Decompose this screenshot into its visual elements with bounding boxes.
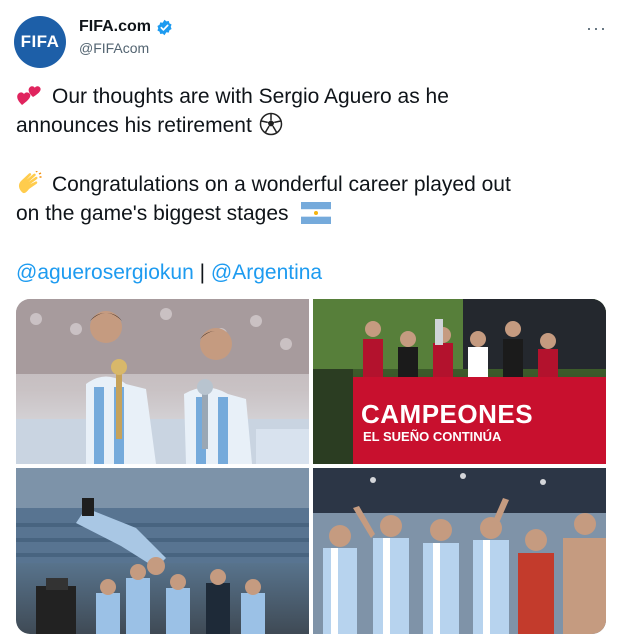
cropped-bottom-bar: [0, 634, 400, 644]
tweet-text-line-2: announces his retirement: [16, 111, 284, 140]
tweet-line-1-text: Our thoughts are with Sergio Aguero as h…: [52, 85, 449, 108]
argentina-flag-icon: [300, 202, 331, 224]
avatar[interactable]: FIFA: [14, 16, 66, 68]
tweet-line-3-text: Congratulations on a wonderful career pl…: [52, 173, 511, 196]
author-handle[interactable]: @FIFAcom: [79, 40, 149, 56]
tweet-card[interactable]: FIFA FIFA.com @FIFAcom ··· Our thoughts …: [0, 0, 634, 644]
more-options-icon[interactable]: ···: [586, 18, 607, 39]
mention-aguerosergiokun[interactable]: @aguerosergiokun: [16, 261, 194, 284]
two-hearts-icon: [17, 86, 41, 105]
banner-campeones-text: CAMPEONES: [361, 399, 534, 429]
photo-player-tossed-illustration: [16, 468, 309, 634]
photo-campeones-bus[interactable]: CAMPEONES EL SUEÑO CONTINÚA: [313, 299, 606, 464]
tweet-line-4-text: on the game's biggest stages: [16, 202, 289, 225]
mention-separator: |: [193, 261, 211, 284]
tweet-line-2-text: announces his retirement: [16, 114, 252, 137]
tweet-text-line-1: Our thoughts are with Sergio Aguero as h…: [16, 82, 449, 111]
mention-argentina[interactable]: @Argentina: [211, 261, 322, 284]
photo-youth-trophies[interactable]: [16, 299, 309, 464]
avatar-logo-text: FIFA: [20, 32, 60, 51]
photo-team-celebration-illustration: [313, 468, 606, 634]
tweet-mentions: @aguerosergiokun | @Argentina: [16, 258, 322, 287]
author-name-row: FIFA.com: [79, 18, 173, 36]
media-grid: CAMPEONES EL SUEÑO CONTINÚA: [16, 299, 606, 634]
author-name[interactable]: FIFA.com: [79, 18, 151, 36]
clapping-hands-icon: [18, 171, 42, 194]
photo-youth-trophies-illustration: [16, 299, 309, 464]
photo-player-tossed[interactable]: [16, 468, 309, 634]
photo-team-celebration[interactable]: [313, 468, 606, 634]
tweet-text-line-3: Congratulations on a wonderful career pl…: [16, 170, 511, 199]
tweet-text-line-4: on the game's biggest stages: [16, 199, 331, 228]
soccer-ball-icon: [259, 112, 283, 136]
banner-subtitle-text: EL SUEÑO CONTINÚA: [363, 429, 502, 444]
verified-badge-icon: [157, 19, 172, 35]
